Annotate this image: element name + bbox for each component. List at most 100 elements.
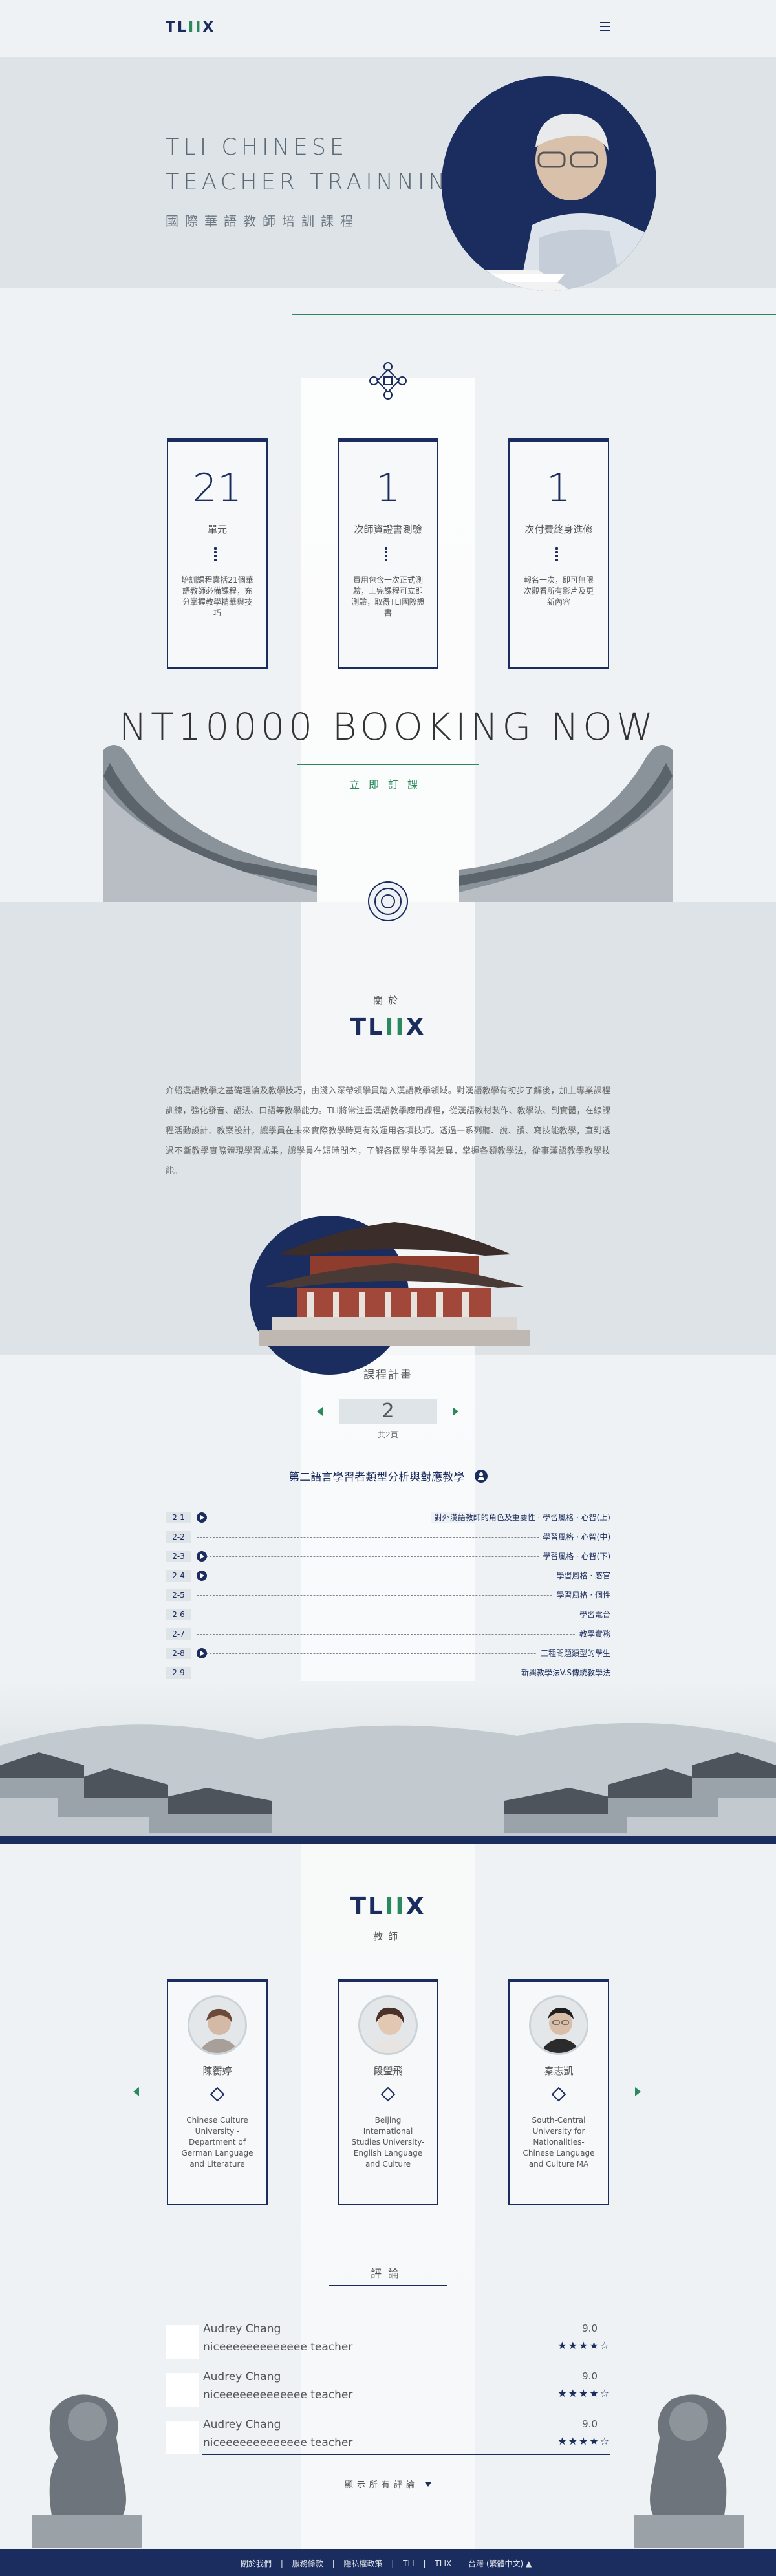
- about-paragraph: 介紹漢語教學之基礎理論及教學技巧，由淺入深帶領學員踏入漢語教學領域。對漢語教學有…: [166, 1086, 610, 1176]
- lesson-title: 新興教學法V.S傳統教學法: [517, 1667, 610, 1679]
- teacher-card[interactable]: 秦志凱 South-Central University for Nationa…: [508, 1979, 609, 2205]
- language-selector[interactable]: 台灣 (繁體中文) ▲: [468, 2558, 532, 2569]
- dots-icon: [554, 546, 563, 561]
- teacher-card[interactable]: 陳蘅婷 Chinese Culture University - Departm…: [167, 1979, 268, 2205]
- reviewer-avatar: [166, 2421, 199, 2454]
- lesson-row[interactable]: 2-5 學習風格 · 個性: [166, 1587, 610, 1604]
- medallion-icon: [368, 881, 408, 921]
- plan-title: 課程計畫: [363, 1369, 413, 1382]
- logo-text: TL: [166, 19, 189, 36]
- footer-link-tli[interactable]: TLI: [403, 2559, 415, 2568]
- prev-teacher-icon[interactable]: [133, 2087, 139, 2096]
- lesson-row[interactable]: 2-3 學習風格 · 心智(下): [166, 1549, 610, 1565]
- lesson-row[interactable]: 2-2 學習風格 · 心智(中): [166, 1529, 610, 1546]
- logo-plus: II: [384, 1014, 406, 1040]
- next-page-icon[interactable]: [453, 1407, 458, 1416]
- lesson-code: 2-3: [166, 1551, 191, 1562]
- footer-link-terms[interactable]: 服務條款: [292, 2559, 323, 2568]
- stat-card-lifetime: 1 次付費終身進修 報名一次，即可無限次觀看所有影片及更新內容: [508, 438, 609, 669]
- show-all-label: 顯示所有評論: [344, 2480, 418, 2490]
- stat-card-exam: 1 次師資證書測驗 費用包含一次正式測驗，上完課程可立即測驗，取得TLI國際證書: [338, 438, 438, 669]
- teacher-portrait-illustration: [442, 76, 656, 291]
- teachers-logo: TLIIX: [0, 1893, 776, 1920]
- stat-unit: 次師資證書測驗: [354, 524, 422, 535]
- caret-down-icon: [425, 2482, 432, 2487]
- dots-icon: [383, 546, 393, 561]
- review-message: niceeeeeeeeeeeee teacher: [203, 2388, 353, 2401]
- play-icon[interactable]: [197, 1571, 207, 1581]
- play-icon[interactable]: [197, 1512, 207, 1523]
- right-roof-illustration: [459, 745, 673, 905]
- diamond-icon: [551, 2087, 566, 2102]
- show-all-reviews-button[interactable]: 顯示所有評論: [0, 2478, 776, 2490]
- lesson-row[interactable]: 2-9 新興教學法V.S傳統教學法: [166, 1665, 610, 1682]
- stat-number: 1: [375, 466, 401, 511]
- teacher-card[interactable]: 段瑩飛 Beijing International Studies Univer…: [338, 1979, 438, 2205]
- teacher-desc: Chinese Culture University - Department …: [181, 2116, 253, 2169]
- reviewer-avatar: [166, 2325, 199, 2359]
- stat-desc: 費用包含一次正式測驗，上完課程可立即測驗，取得TLI國際證書: [351, 575, 425, 617]
- review-score: 9.0: [582, 2418, 598, 2430]
- reviewer-avatar: [166, 2373, 199, 2407]
- about-logo: TLIIX: [0, 1014, 776, 1040]
- footer-link-tlix[interactable]: TLIX: [435, 2559, 451, 2568]
- lesson-row[interactable]: 2-6 學習電台: [166, 1607, 610, 1624]
- next-teacher-icon[interactable]: [635, 2087, 641, 2096]
- hero-divider: [292, 314, 776, 315]
- reviewer-name: Audrey Chang: [203, 2418, 281, 2431]
- star-rating-icon: ★★★★☆: [557, 2387, 610, 2399]
- teacher-name: 段瑩飛: [373, 2065, 403, 2077]
- logo-end: X: [202, 19, 216, 36]
- logo-text: TL: [350, 1893, 385, 1920]
- about-label: 關於: [372, 994, 403, 1006]
- review-score: 9.0: [582, 2370, 598, 2382]
- stat-unit: 單元: [207, 524, 227, 535]
- rooftops-panorama-illustration: [0, 1681, 776, 1844]
- book-now-link[interactable]: 立即訂課: [0, 776, 776, 791]
- user-icon: [474, 1470, 488, 1483]
- footer-link-about[interactable]: 關於我們: [241, 2559, 272, 2568]
- review-score: 9.0: [582, 2323, 598, 2334]
- lesson-row[interactable]: 2-8 三種問題類型的學生: [166, 1646, 610, 1662]
- top-bar: TLIIX: [0, 0, 776, 57]
- stat-desc: 培訓課程囊括21個華語教師必備課程，充分掌握教學精華與技巧: [181, 575, 253, 617]
- play-icon[interactable]: [197, 1551, 207, 1562]
- lesson-row[interactable]: 2-7 教學實務: [166, 1626, 610, 1643]
- dots-icon: [213, 546, 222, 561]
- star-rating-icon: ★★★★☆: [557, 2435, 610, 2447]
- hero-title-line1: TLI CHINESE: [166, 134, 349, 160]
- lesson-title: 學習風格 · 個性: [552, 1589, 610, 1601]
- stat-card-units: 21 單元 培訓課程囊括21個華語教師必備課程，充分掌握教學精華與技巧: [167, 438, 268, 669]
- star-rating-icon: ★★★★☆: [557, 2339, 610, 2352]
- footer: 關於我們 | 服務條款 | 隱私權政策 | TLI | TLIX 台灣 (繁體中…: [0, 2549, 776, 2576]
- lesson-title: 學習風格 · 感官: [552, 1570, 610, 1582]
- diamond-icon: [210, 2087, 225, 2102]
- stat-number: 1: [546, 466, 572, 511]
- site-logo[interactable]: TLIIX: [166, 19, 215, 36]
- lesson-code: 2-2: [166, 1531, 191, 1543]
- plan-topic: 第二語言學習者類型分析與對應教學: [0, 1468, 776, 1484]
- lesson-title: 三種問題類型的學生: [536, 1648, 610, 1659]
- prev-page-icon[interactable]: [317, 1407, 323, 1416]
- avatar: [358, 1995, 418, 2055]
- lesson-title: 對外漢語教師的角色及重要性 · 學習風格 · 心智(上): [430, 1512, 610, 1523]
- review-item: Audrey Chang niceeeeeeeeeeeee teacher 9.…: [166, 2369, 610, 2412]
- right-lion-statue-illustration: [634, 2394, 744, 2548]
- teachers-label: 教師: [372, 1931, 403, 1942]
- footer-link-privacy[interactable]: 隱私權政策: [343, 2559, 382, 2568]
- stat-number: 21: [192, 466, 242, 511]
- logo-text: TL: [350, 1014, 385, 1040]
- hamburger-icon[interactable]: [600, 22, 610, 31]
- hero-subtitle: 國際華語教師培訓課程: [166, 213, 360, 229]
- knot-ornament-icon: [369, 362, 407, 400]
- reviewer-name: Audrey Chang: [203, 2323, 281, 2335]
- lesson-row[interactable]: 2-4 學習風格 · 感官: [166, 1568, 610, 1585]
- lesson-title: 學習電台: [575, 1609, 610, 1620]
- teacher-name: 陳蘅婷: [202, 2065, 232, 2077]
- play-icon[interactable]: [197, 1648, 207, 1658]
- teacher-name: 秦志凱: [544, 2065, 574, 2077]
- hero-title-line2: TEACHER TRAINNING: [166, 169, 471, 195]
- footer-links: 關於我們 | 服務條款 | 隱私權政策 | TLI | TLIX: [241, 2559, 452, 2568]
- lesson-row[interactable]: 2-1 對外漢語教師的角色及重要性 · 學習風格 · 心智(上): [166, 1510, 610, 1527]
- logo-end: X: [405, 1014, 426, 1040]
